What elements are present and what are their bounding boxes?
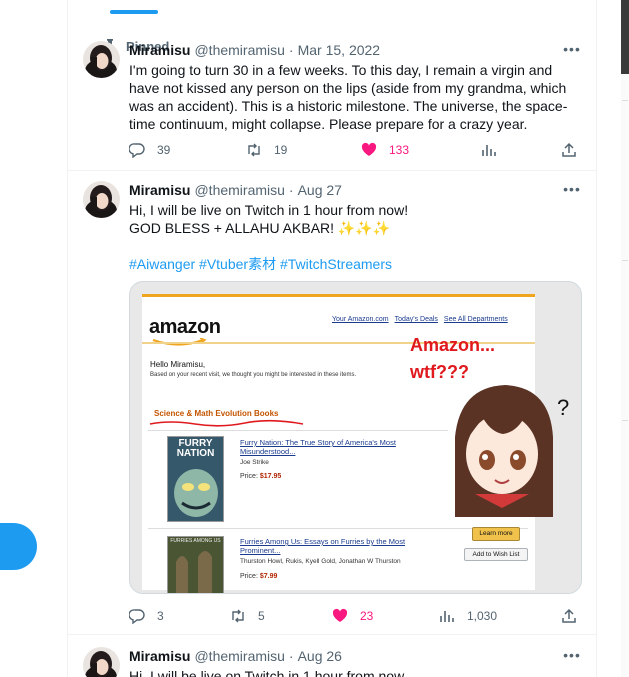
timestamp[interactable]: Aug 27 xyxy=(298,182,342,198)
display-name[interactable]: Miramisu xyxy=(129,42,190,58)
more-icon[interactable]: ••• xyxy=(562,181,582,197)
compose-fab[interactable] xyxy=(0,523,37,570)
book-author: Joe Strike xyxy=(240,459,269,466)
views-button[interactable]: 1,030 xyxy=(439,606,497,626)
tweet-header: Miramisu @themiramisu · Aug 26 xyxy=(129,648,342,664)
book-cover-furry-nation: FURRY NATION xyxy=(167,436,224,522)
timeline: Pinned Miramisu @themiramisu · Mar 15, 2… xyxy=(67,0,597,677)
hashtags[interactable]: #Aiwanger #Vtuber素材 #TwitchStreamers xyxy=(129,255,579,273)
handle[interactable]: @themiramisu xyxy=(194,182,284,198)
book-title: Furry Nation: The True Story of America'… xyxy=(240,438,396,456)
avatar[interactable] xyxy=(83,41,120,78)
tweet-text-line: Hi, I will be live on Twitch in 1 hour f… xyxy=(129,202,409,218)
tweet-text: Hi, I will be live on Twitch in 1 hour f… xyxy=(129,201,579,273)
right-sidebar-edge xyxy=(621,0,629,677)
analytics-button[interactable] xyxy=(481,140,497,160)
view-count: 1,030 xyxy=(467,609,498,623)
tweet[interactable]: Miramisu @themiramisu · Aug 27 ••• Hi, I… xyxy=(68,170,596,635)
heart-icon xyxy=(361,142,377,156)
tweet-media-image[interactable]: amazon Your Amazon.com Today's Deals See A… xyxy=(129,281,582,594)
tweet-actions: 39 19 133 xyxy=(129,140,579,160)
tweet-pinned[interactable]: Pinned Miramisu @themiramisu · Mar 15, 2… xyxy=(68,17,596,171)
analytics-icon xyxy=(440,611,454,622)
like-count: 133 xyxy=(389,143,410,157)
retweet-icon xyxy=(232,609,244,623)
like-button[interactable]: 133 xyxy=(361,140,409,160)
anime-girl-illustration xyxy=(435,382,570,517)
amazon-header-links: Your Amazon.com Today's Deals See All Depa… xyxy=(332,316,508,323)
amazon-logo: amazon xyxy=(149,316,221,346)
tweet[interactable]: Miramisu @themiramisu · Aug 26 ••• Hi, I… xyxy=(68,634,596,677)
tweet-text-line: GOD BLESS + ALLAHU AKBAR! ✨✨✨ xyxy=(129,220,391,236)
book-price: Price: $17.95 xyxy=(240,473,282,480)
email-greeting: Hello Miramisu, xyxy=(150,360,206,369)
retweet-button[interactable]: 5 xyxy=(230,606,265,626)
active-tab-indicator xyxy=(110,10,158,14)
retweet-icon xyxy=(248,143,260,157)
book-title: Furries Among Us: Essays on Furries by t… xyxy=(240,537,406,555)
email-category: Science & Math Evolution Books xyxy=(154,409,279,418)
handle[interactable]: @themiramisu xyxy=(194,42,284,58)
share-icon xyxy=(562,142,576,157)
retweet-button[interactable]: 19 xyxy=(246,140,287,160)
add-to-wish-list-button: Add to Wish List xyxy=(464,548,528,561)
learn-more-button: Learn more xyxy=(472,527,520,541)
tweet-text: I'm going to turn 30 in a few weeks. To … xyxy=(129,62,568,132)
reply-icon xyxy=(129,143,145,158)
avatar[interactable] xyxy=(83,647,120,677)
display-name[interactable]: Miramisu xyxy=(129,648,190,664)
share-button[interactable] xyxy=(561,140,577,160)
book-author: Thurston Howl, Rukis, Kyell Gold, Jonath… xyxy=(240,558,401,565)
reply-button[interactable]: 39 xyxy=(129,140,170,160)
timestamp[interactable]: Aug 26 xyxy=(298,648,342,664)
share-button[interactable] xyxy=(561,606,577,626)
like-count: 23 xyxy=(360,609,374,623)
book-price: Price: $7.99 xyxy=(240,573,278,580)
handle[interactable]: @themiramisu xyxy=(194,648,284,664)
reply-count: 39 xyxy=(157,143,171,157)
tweet-actions: 3 5 23 1,030 xyxy=(129,606,579,626)
retweet-count: 5 xyxy=(258,609,265,623)
reply-count: 3 xyxy=(157,609,164,623)
display-name[interactable]: Miramisu xyxy=(129,182,190,198)
tweet-text: Hi, I will be live on Twitch in 1 hour f… xyxy=(129,668,405,677)
heart-icon xyxy=(332,608,348,622)
more-icon[interactable]: ••• xyxy=(562,647,582,663)
more-icon[interactable]: ••• xyxy=(562,41,582,57)
reply-icon xyxy=(129,609,145,624)
question-mark: ? xyxy=(557,395,570,420)
share-icon xyxy=(562,608,576,623)
retweet-count: 19 xyxy=(274,143,288,157)
analytics-icon xyxy=(482,145,496,156)
avatar[interactable] xyxy=(83,181,120,218)
tweet-header: Miramisu @themiramisu · Aug 27 xyxy=(129,182,342,198)
annotation-text: Amazon... wtf??? xyxy=(410,335,496,382)
like-button[interactable]: 23 xyxy=(332,606,373,626)
book-cover-furries-among-us: FURRIES AMONG US xyxy=(167,536,224,593)
timestamp[interactable]: Mar 15, 2022 xyxy=(298,42,381,58)
reply-button[interactable]: 3 xyxy=(129,606,164,626)
tweet-header: Miramisu @themiramisu · Mar 15, 2022 xyxy=(129,42,381,58)
email-intro: Based on your recent visit, we thought y… xyxy=(150,372,357,378)
